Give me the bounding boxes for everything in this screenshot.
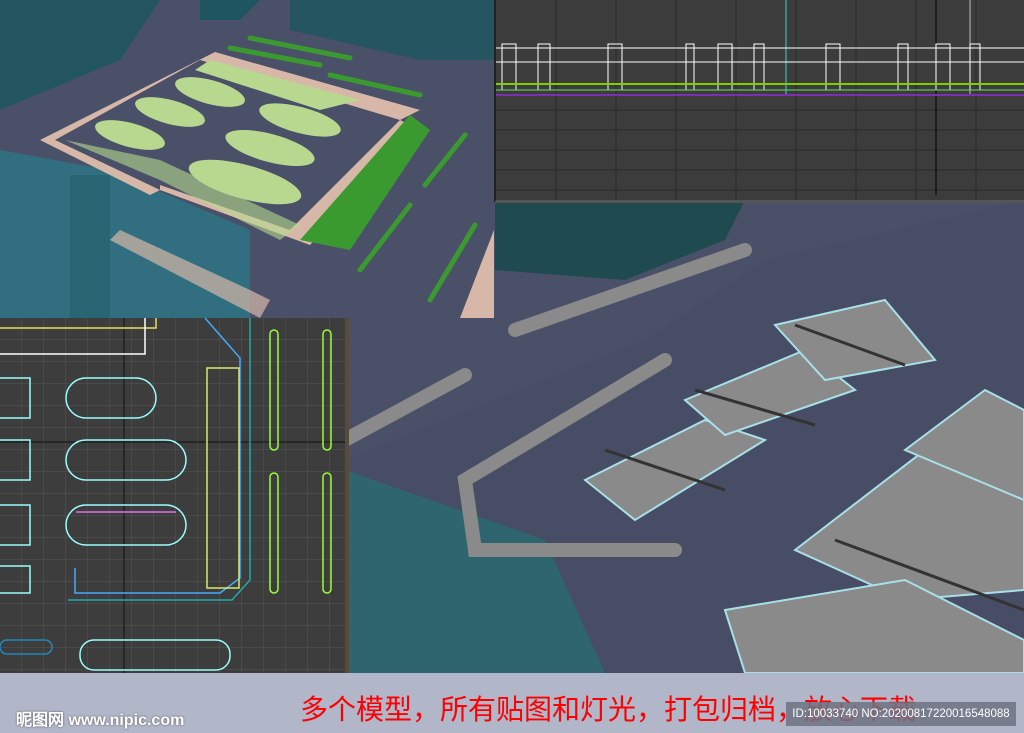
parking-render-overview — [0, 0, 494, 318]
site-logo[interactable]: 昵图网 www.nipic.com — [16, 706, 184, 730]
top-viewport-wireframe[interactable] — [0, 318, 349, 673]
watermark-footer: 昵图网 www.nipic.com 多个模型，所有贴图和灯光，打包归档，放心下载… — [0, 673, 1024, 733]
image-id-label: ID:10033740 NO:20200817220016548088 — [786, 702, 1016, 726]
curve-editor-panel[interactable] — [494, 0, 1024, 203]
